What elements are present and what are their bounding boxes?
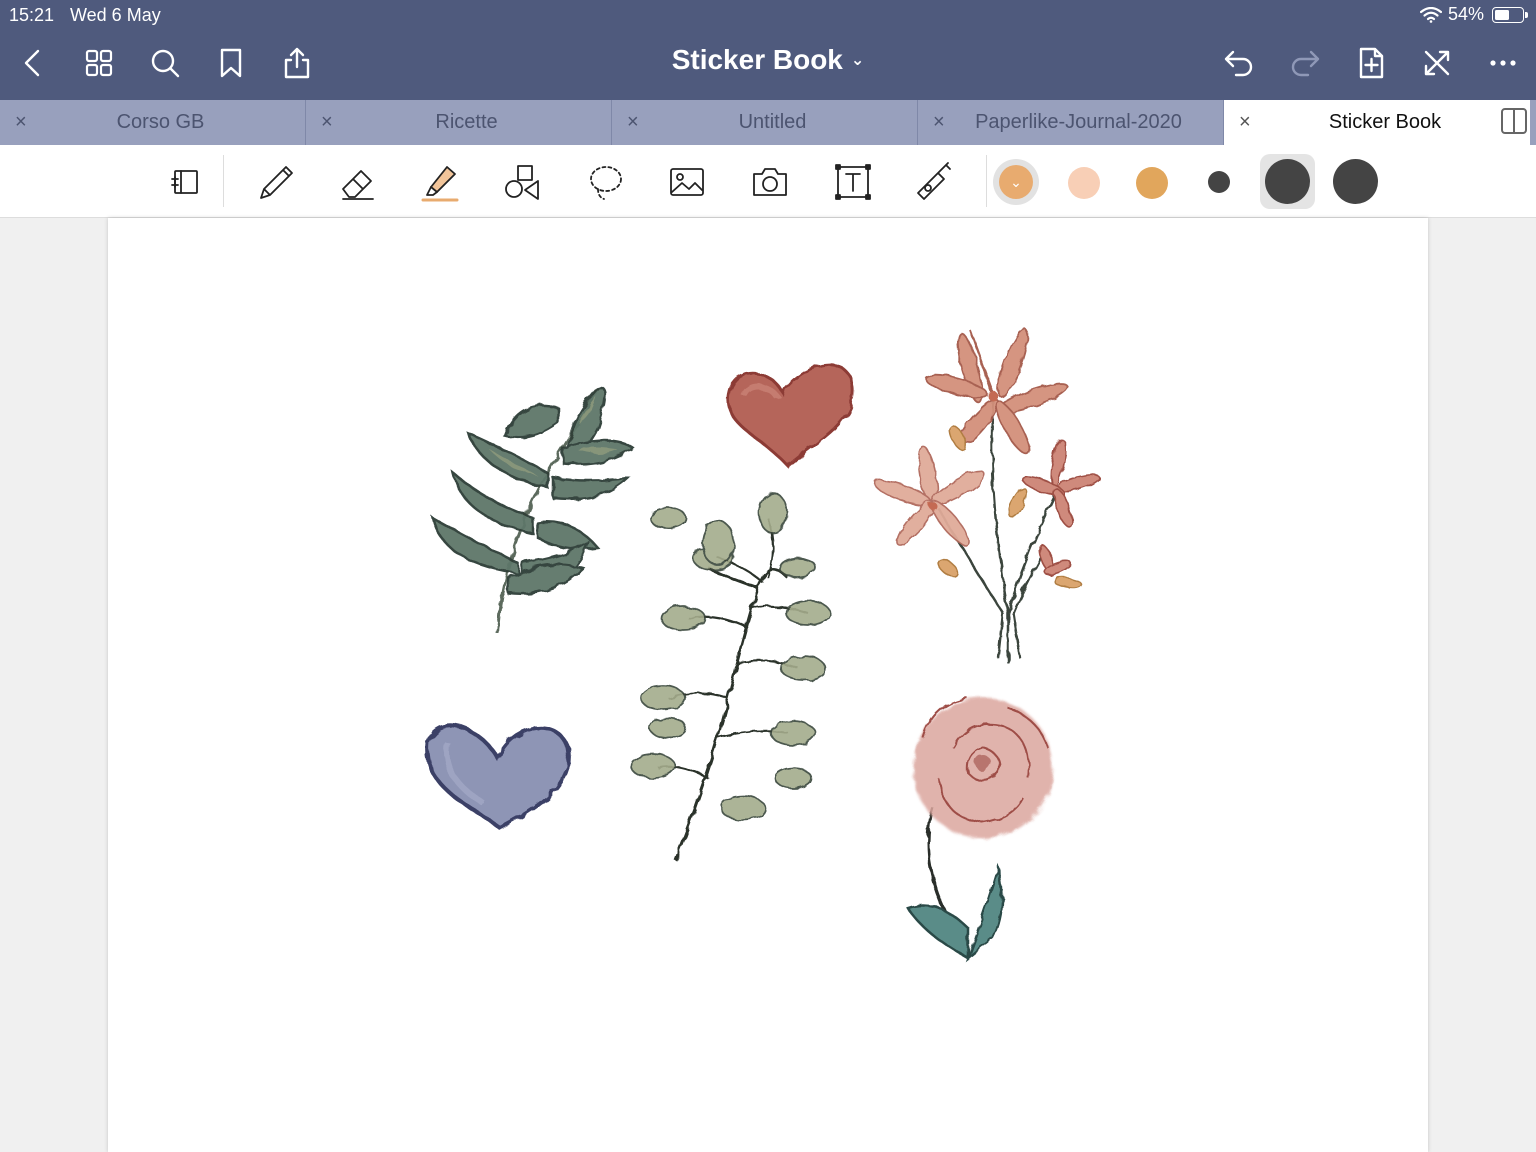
battery-percent: 54%	[1447, 4, 1484, 24]
status-date: Wed 6 May	[70, 5, 161, 25]
thumbnails-button[interactable]	[76, 40, 122, 86]
close-icon[interactable]: ×	[1239, 111, 1251, 134]
read-only-icon	[171, 170, 198, 194]
tab-untitled[interactable]: × Untitled	[612, 100, 918, 145]
close-icon[interactable]: ×	[15, 111, 27, 134]
terracotta-heart-sticker[interactable]	[726, 363, 855, 469]
close-icon[interactable]: ×	[627, 111, 639, 134]
flower-bouquet-sticker[interactable]	[872, 326, 1101, 663]
more-button[interactable]	[1480, 40, 1526, 86]
eraser-tool[interactable]	[333, 157, 383, 207]
text-tool[interactable]	[828, 157, 878, 207]
tab-label: Untitled	[738, 111, 807, 133]
document-title[interactable]: Sticker Book ⌄	[672, 44, 865, 75]
bookmark-icon	[220, 48, 242, 78]
color-swatch-ochre[interactable]	[1136, 167, 1168, 199]
shapes-icon	[505, 165, 539, 200]
document-title-text: Sticker Book	[671, 44, 843, 75]
tab-label: Sticker Book	[1328, 111, 1442, 133]
stroke-size-large[interactable]	[1333, 159, 1378, 204]
camera-icon	[753, 168, 787, 196]
toolbar-divider	[223, 155, 224, 207]
text-icon	[835, 164, 871, 200]
notebook-page[interactable]	[108, 218, 1428, 1152]
search-icon	[151, 49, 180, 78]
lasso-icon	[590, 166, 622, 200]
battery-icon	[1492, 6, 1528, 23]
redo-button[interactable]	[1282, 40, 1328, 86]
color-swatch-highlight[interactable]: ⌄	[999, 165, 1033, 199]
toolbar-divider	[986, 155, 987, 207]
green-sprig-sticker[interactable]	[630, 492, 831, 861]
battery-level	[1495, 9, 1509, 20]
fern-leaf-sticker[interactable]	[431, 386, 636, 635]
close-icon[interactable]: ×	[933, 111, 945, 134]
share-button[interactable]	[274, 40, 320, 86]
wifi-icon	[1419, 6, 1442, 23]
tab-bar: × Corso GB × Ricette × Untitled × Paperl…	[0, 100, 1536, 145]
laser-pointer-icon	[917, 162, 951, 200]
camera-tool[interactable]	[745, 157, 795, 207]
highlighter-tool[interactable]	[415, 157, 465, 207]
pen-tool[interactable]	[251, 157, 301, 207]
redo-icon	[1291, 50, 1320, 77]
tab-sticker-book[interactable]: × Sticker Book	[1224, 100, 1530, 145]
split-view-button[interactable]	[1501, 108, 1527, 134]
tab-ricette[interactable]: × Ricette	[306, 100, 612, 145]
tab-paperlike-journal[interactable]: × Paperlike-Journal-2020	[918, 100, 1224, 145]
stroke-size-small[interactable]	[1208, 171, 1230, 193]
close-icon[interactable]: ×	[321, 111, 333, 134]
grid-icon	[85, 49, 113, 77]
tab-label: Paperlike-Journal-2020	[975, 111, 1182, 133]
eraser-icon	[342, 170, 374, 200]
image-tool[interactable]	[662, 157, 712, 207]
close-fullscreen-icon	[1424, 50, 1450, 76]
status-right: 54%	[1419, 4, 1528, 25]
image-icon	[670, 168, 704, 196]
undo-button[interactable]	[1216, 40, 1262, 86]
tab-label: Corso GB	[116, 111, 205, 133]
chevron-down-icon: ⌄	[850, 52, 865, 69]
back-icon	[24, 49, 40, 77]
read-only-toggle[interactable]	[160, 157, 210, 207]
sticker-canvas	[425, 326, 1101, 962]
undo-icon	[1224, 50, 1253, 77]
chevron-down-icon: ⌄	[1010, 173, 1022, 190]
fullscreen-button[interactable]	[1414, 40, 1460, 86]
pen-icon	[260, 166, 293, 199]
tab-label: Ricette	[435, 111, 498, 133]
more-icon	[1490, 60, 1516, 66]
rose-sticker[interactable]	[906, 697, 1053, 962]
bookmark-button[interactable]	[208, 40, 254, 86]
top-bar: 15:21 Wed 6 May 54% Sticker Book ⌄	[0, 0, 1536, 100]
tab-corso-gb[interactable]: × Corso GB	[0, 100, 306, 145]
color-swatch-peach[interactable]	[1068, 167, 1100, 199]
add-page-button[interactable]	[1348, 40, 1394, 86]
highlighter-icon	[421, 166, 459, 202]
shapes-tool[interactable]	[497, 157, 547, 207]
back-button[interactable]	[10, 40, 56, 86]
add-page-icon	[1359, 47, 1384, 79]
lasso-tool[interactable]	[580, 157, 630, 207]
status-time: 15:21	[9, 5, 55, 25]
stroke-size-medium[interactable]	[1265, 159, 1310, 204]
search-button[interactable]	[142, 40, 188, 86]
laser-pointer-tool[interactable]	[910, 157, 960, 207]
share-icon	[284, 47, 310, 79]
blue-heart-sticker[interactable]	[425, 723, 571, 831]
